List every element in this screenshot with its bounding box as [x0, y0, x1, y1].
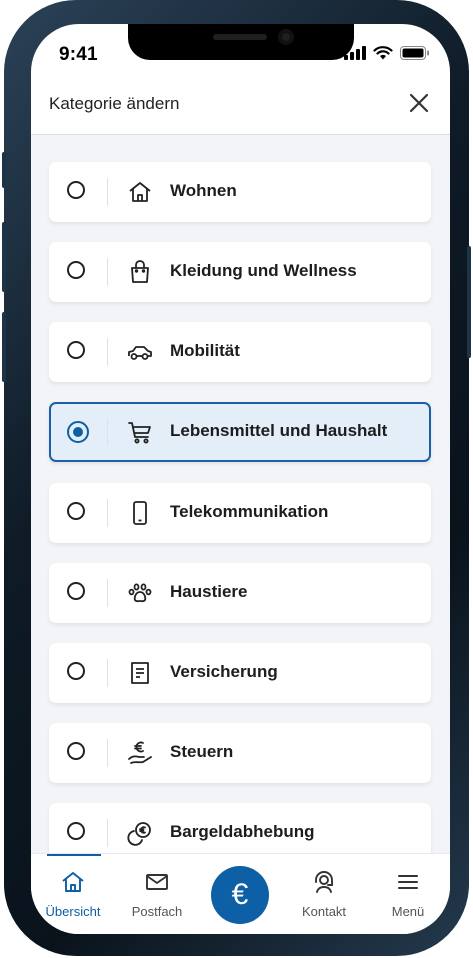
dialog-header: Kategorie ändern	[31, 84, 450, 135]
category-option-mobilitaet[interactable]: Mobilität	[49, 322, 431, 382]
mail-icon	[146, 874, 168, 890]
category-option-haustiere[interactable]: Haustiere	[49, 563, 431, 623]
radio-button[interactable]	[67, 261, 85, 279]
radio-button[interactable]	[67, 181, 85, 199]
category-option-telekommunikation[interactable]: Telekommunikation	[49, 483, 431, 543]
radio-button[interactable]	[67, 341, 85, 359]
mute-switch	[2, 152, 6, 188]
divider	[107, 819, 108, 847]
wifi-icon	[373, 46, 393, 60]
tab-menue[interactable]: Menü	[366, 854, 450, 934]
divider	[107, 178, 108, 206]
app-screen: 9:41 Kategorie ändern Wohnen Kleidung un…	[31, 24, 450, 934]
home-icon	[62, 872, 84, 892]
category-label: Bargeldabhebung	[170, 822, 315, 841]
close-icon[interactable]	[408, 92, 430, 114]
paw-icon	[128, 583, 152, 603]
volume-down-button	[2, 312, 6, 382]
category-list[interactable]: Wohnen Kleidung und Wellness Mobilität L…	[31, 135, 450, 855]
category-option-steuern[interactable]: Steuern	[49, 723, 431, 783]
volume-up-button	[2, 222, 6, 292]
category-label: Kleidung und Wellness	[170, 261, 357, 280]
category-label: Telekommunikation	[170, 502, 329, 521]
car-icon	[128, 346, 152, 360]
euro-action-button[interactable]: €	[211, 866, 269, 924]
headset-icon	[315, 871, 333, 893]
notch	[128, 24, 354, 60]
category-label: Mobilität	[170, 341, 240, 360]
phone-frame: 9:41 Kategorie ändern Wohnen Kleidung un…	[2, 0, 471, 956]
radio-button[interactable]	[67, 822, 85, 840]
hand-euro-icon	[128, 741, 152, 764]
category-label: Versicherung	[170, 662, 278, 681]
category-label: Wohnen	[170, 181, 237, 200]
radio-button[interactable]	[67, 662, 85, 680]
category-label: Steuern	[170, 742, 234, 761]
divider	[107, 258, 108, 286]
tab-label: Übersicht	[45, 904, 101, 919]
power-button	[467, 246, 471, 358]
document-icon	[131, 662, 149, 684]
status-time: 9:41	[59, 44, 98, 65]
tab-label: Kontakt	[301, 904, 347, 919]
tab-bar: Übersicht Postfach € Kontakt Menü	[31, 853, 450, 934]
divider	[107, 659, 108, 687]
divider	[107, 739, 108, 767]
smartphone-icon	[133, 501, 147, 525]
divider	[107, 338, 108, 366]
category-option-versicherung[interactable]: Versicherung	[49, 643, 431, 703]
category-option-wohnen[interactable]: Wohnen	[49, 162, 431, 222]
category-option-lebensmittel[interactable]: Lebensmittel und Haushalt	[49, 402, 431, 462]
divider	[107, 499, 108, 527]
tab-uebersicht[interactable]: Übersicht	[31, 854, 115, 934]
shopping-cart-icon	[128, 422, 151, 444]
speaker-grille	[213, 34, 267, 40]
category-option-kleidung[interactable]: Kleidung und Wellness	[49, 242, 431, 302]
radio-button[interactable]	[67, 502, 85, 520]
battery-icon	[400, 46, 429, 60]
category-label: Haustiere	[170, 582, 248, 601]
dialog-title: Kategorie ändern	[49, 94, 180, 113]
category-label: Lebensmittel und Haushalt	[170, 421, 388, 440]
front-camera	[278, 29, 294, 45]
divider	[107, 418, 108, 446]
radio-button[interactable]	[67, 742, 85, 760]
radio-button-selected[interactable]	[67, 421, 89, 443]
tab-label: Menü	[391, 904, 425, 919]
category-option-bargeldabhebung[interactable]: Bargeldabhebung	[49, 803, 431, 855]
divider	[107, 579, 108, 607]
tab-postfach[interactable]: Postfach	[115, 854, 199, 934]
tab-label: Postfach	[131, 904, 183, 919]
radio-button[interactable]	[67, 582, 85, 600]
coins-icon	[127, 822, 151, 846]
menu-icon	[398, 875, 418, 889]
status-icons	[344, 46, 430, 60]
tab-kontakt[interactable]: Kontakt	[282, 854, 366, 934]
shopping-bag-icon	[131, 260, 149, 283]
house-icon	[129, 182, 151, 202]
